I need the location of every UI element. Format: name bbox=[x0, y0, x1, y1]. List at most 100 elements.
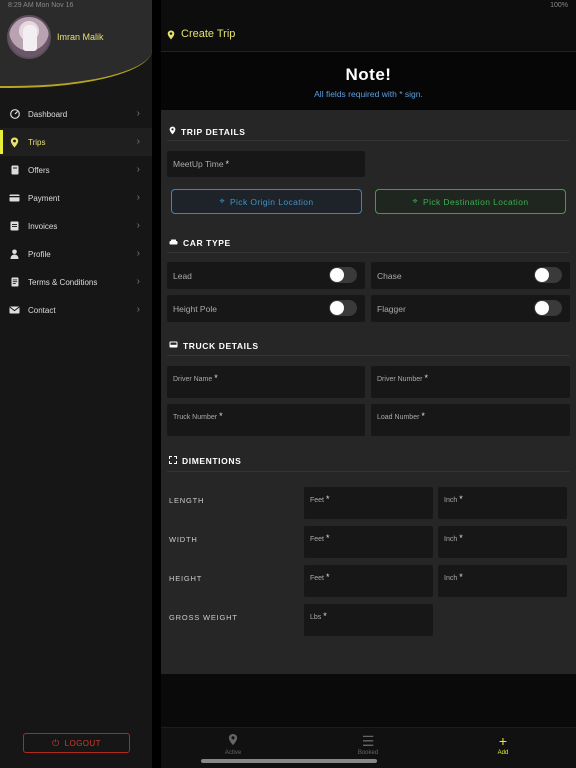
sidebar-item-label: Terms & Conditions bbox=[28, 277, 98, 287]
divider bbox=[167, 471, 570, 472]
tab-active[interactable]: Active bbox=[203, 732, 263, 756]
width-inch-field[interactable]: Inch * bbox=[438, 526, 567, 558]
note-banner: Note! All fields required with * sign. bbox=[161, 52, 576, 110]
tab-bar: Active ☰ Booked + Add bbox=[161, 727, 576, 768]
width-label: WIDTH bbox=[169, 535, 198, 544]
crosshair-icon: ⌖ bbox=[219, 196, 225, 206]
sidebar-item-invoices[interactable]: Invoices › bbox=[0, 212, 152, 240]
sidebar-menu: Dashboard › Trips › Offers › Payment › I… bbox=[0, 100, 152, 324]
divider bbox=[167, 140, 570, 141]
gross-weight-lbs-field[interactable]: Lbs * bbox=[304, 604, 433, 636]
trip-form: TRIP DETAILS MeetUp Time * ⌖ Pick Origin … bbox=[161, 110, 576, 674]
mail-icon bbox=[9, 305, 20, 316]
chevron-right-icon: › bbox=[136, 136, 140, 147]
width-feet-field[interactable]: Feet * bbox=[304, 526, 433, 558]
divider bbox=[167, 355, 570, 356]
home-indicator bbox=[201, 759, 377, 763]
load-number-field[interactable]: Load Number * bbox=[371, 404, 570, 436]
chevron-right-icon: › bbox=[136, 248, 140, 259]
sidebar-item-label: Trips bbox=[28, 137, 46, 147]
note-text: All fields required with * sign. bbox=[314, 89, 423, 99]
sidebar-item-payment[interactable]: Payment › bbox=[0, 184, 152, 212]
dashboard-icon bbox=[9, 109, 20, 120]
document-icon bbox=[9, 277, 20, 288]
truck-number-field[interactable]: Truck Number * bbox=[167, 404, 365, 436]
car-type-height-pole: Height Pole bbox=[167, 295, 365, 322]
power-icon: ⏻ bbox=[52, 737, 60, 748]
invoice-icon bbox=[9, 221, 20, 232]
sidebar-item-label: Payment bbox=[28, 193, 60, 203]
length-feet-field[interactable]: Feet * bbox=[304, 487, 433, 519]
sidebar-item-label: Invoices bbox=[28, 221, 58, 231]
pick-destination-button[interactable]: ⌖ Pick Destination Location bbox=[375, 189, 566, 214]
pick-origin-button[interactable]: ⌖ Pick Origin Location bbox=[171, 189, 362, 214]
height-pole-toggle[interactable] bbox=[329, 300, 357, 316]
section-car-type: CAR TYPE bbox=[169, 238, 231, 248]
location-pin-icon bbox=[167, 27, 175, 45]
sidebar-item-profile[interactable]: Profile › bbox=[0, 240, 152, 268]
expand-icon bbox=[169, 456, 177, 466]
car-type-lead: Lead bbox=[167, 262, 365, 289]
truck-icon bbox=[169, 341, 178, 351]
location-pin-icon bbox=[169, 126, 176, 137]
car-type-flagger: Flagger bbox=[371, 295, 570, 322]
height-feet-field[interactable]: Feet * bbox=[304, 565, 433, 597]
sidebar-item-label: Profile bbox=[28, 249, 51, 259]
location-pin-icon bbox=[203, 732, 263, 750]
profile-name: Imran Malik bbox=[57, 32, 104, 42]
sidebar-item-label: Contact bbox=[28, 305, 56, 315]
sidebar-item-terms[interactable]: Terms & Conditions › bbox=[0, 268, 152, 296]
status-bar: 8:29 AM Mon Nov 16 100% bbox=[0, 0, 576, 12]
height-label: HEIGHT bbox=[169, 574, 203, 583]
avatar bbox=[7, 15, 51, 59]
plus-icon: + bbox=[498, 733, 508, 749]
payment-card-icon bbox=[9, 193, 20, 204]
location-pin-icon bbox=[9, 137, 20, 148]
tab-booked[interactable]: ☰ Booked bbox=[338, 732, 398, 756]
chevron-right-icon: › bbox=[136, 276, 140, 287]
length-inch-field[interactable]: Inch * bbox=[438, 487, 567, 519]
driver-number-field[interactable]: Driver Number * bbox=[371, 366, 570, 398]
header: Create Trip bbox=[161, 12, 576, 52]
chevron-right-icon: › bbox=[136, 304, 140, 315]
lead-toggle[interactable] bbox=[329, 267, 357, 283]
flagger-toggle[interactable] bbox=[534, 300, 562, 316]
sidebar-item-label: Offers bbox=[28, 165, 50, 175]
chevron-right-icon: › bbox=[136, 108, 140, 119]
sidebar-item-offers[interactable]: Offers › bbox=[0, 156, 152, 184]
chevron-right-icon: › bbox=[136, 192, 140, 203]
section-truck-details: TRUCK DETAILS bbox=[169, 341, 259, 351]
status-time: 8:29 AM Mon Nov 16 bbox=[8, 2, 74, 9]
sidebar-item-trips[interactable]: Trips › bbox=[0, 128, 152, 156]
height-inch-field[interactable]: Inch * bbox=[438, 565, 567, 597]
status-battery: 100% bbox=[550, 2, 568, 9]
sidebar: Imran Malik Dashboard › Trips › Offers › bbox=[0, 0, 152, 768]
section-dimensions: DIMENTIONS bbox=[169, 456, 241, 466]
gross-weight-label: GROSS WEIGHT bbox=[169, 613, 238, 622]
profile-header[interactable]: Imran Malik bbox=[0, 0, 152, 88]
person-icon bbox=[9, 249, 20, 260]
list-icon: ☰ bbox=[361, 733, 375, 749]
section-trip-details: TRIP DETAILS bbox=[169, 126, 246, 137]
sidebar-item-label: Dashboard bbox=[28, 109, 68, 119]
divider bbox=[167, 252, 570, 253]
empty-area bbox=[161, 674, 576, 727]
main-pane: Create Trip Note! All fields required wi… bbox=[161, 0, 576, 768]
note-heading: Note! bbox=[345, 65, 392, 84]
chevron-right-icon: › bbox=[136, 220, 140, 231]
tab-add[interactable]: + Add bbox=[473, 732, 533, 756]
sidebar-item-dashboard[interactable]: Dashboard › bbox=[0, 100, 152, 128]
page-title: Create Trip bbox=[181, 28, 236, 40]
logout-label: LOGOUT bbox=[64, 738, 101, 748]
chevron-right-icon: › bbox=[136, 164, 140, 175]
sidebar-item-contact[interactable]: Contact › bbox=[0, 296, 152, 324]
car-icon bbox=[169, 239, 178, 248]
driver-name-field[interactable]: Driver Name * bbox=[167, 366, 365, 398]
chase-toggle[interactable] bbox=[534, 267, 562, 283]
offers-icon bbox=[9, 165, 20, 176]
crosshair-icon: ⌖ bbox=[412, 196, 418, 206]
meetup-time-field[interactable]: MeetUp Time * bbox=[167, 151, 365, 177]
logout-button[interactable]: ⏻ LOGOUT bbox=[23, 733, 130, 753]
length-label: LENGTH bbox=[169, 496, 205, 505]
car-type-chase: Chase bbox=[371, 262, 570, 289]
